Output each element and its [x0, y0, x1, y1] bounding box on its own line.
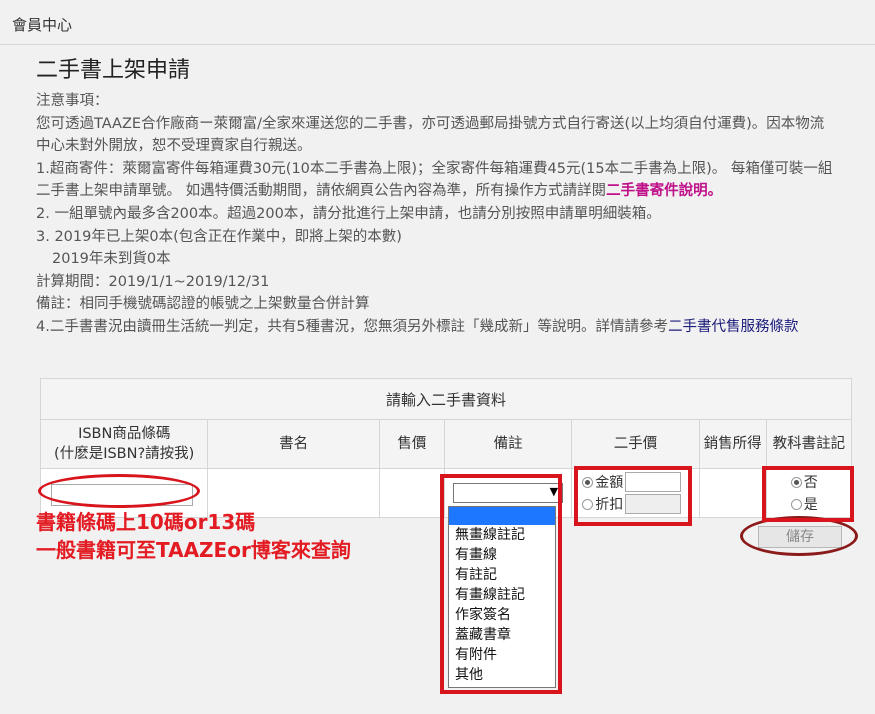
annotation-line-1: 書籍條碼上10碼or13碼 — [36, 510, 256, 534]
notice-paragraph-8: 4.二手書書況由讀冊生活統一判定，共有5種書況，您無須另外標註「幾成新」等說明。… — [36, 316, 836, 339]
annotation-line-2: 一般書籍可至TAAZEor博客來查詢 — [36, 538, 351, 562]
notice-heading: 注意事項： — [36, 93, 109, 109]
notice-paragraph-3: 2. 一組單號內最多含200本。超過200本，請分批進行上架申請，也請分別按照申… — [36, 205, 661, 222]
table-caption: 請輸入二手書資料 — [40, 378, 852, 420]
sold-cell — [698, 468, 767, 518]
notice-paragraph-1: 您可透過TAAZE合作廠商ー萊爾富/全家來運送您的二手書，亦可透過郵局掛號方式自… — [36, 115, 825, 155]
isbn-help-link[interactable]: (什麽是ISBN?請按我) — [41, 444, 207, 464]
shipping-instructions-link[interactable]: 二手書寄件說明。 — [606, 183, 722, 199]
notice-block: 注意事項： 您可透過TAAZE合作廠商ー萊爾富/全家來運送您的二手書，亦可透過郵… — [36, 90, 836, 339]
notice-paragraph-8-text: 4.二手書書況由讀冊生活統一判定，共有5種書況，您無須另外標註「幾成新」等說明。… — [36, 318, 669, 335]
price-cell — [378, 468, 445, 518]
page-title: 二手書上架申請 — [36, 58, 191, 83]
column-header-used-price: 二手價 — [571, 419, 700, 469]
column-header-sold: 銷售所得 — [698, 419, 767, 469]
column-header-notes: 備註 — [443, 419, 573, 469]
notice-paragraph-5: 2019年未到貨0本 — [52, 251, 171, 268]
column-header-price: 售價 — [378, 419, 445, 469]
annotation-box-notes — [440, 474, 562, 694]
annotation-ellipse-save — [740, 516, 858, 556]
notice-paragraph-6: 計算期間：2019/1/1~2019/12/31 — [36, 273, 270, 290]
annotation-text: 書籍條碼上10碼or13碼 一般書籍可至TAAZEor博客來查詢 — [36, 508, 351, 564]
notice-paragraph-2: 1.超商寄件：萊爾富寄件每箱運費30元(10本二手書為上限)；全家寄件每箱運費4… — [36, 158, 836, 203]
column-header-isbn: ISBN商品條碼 (什麽是ISBN?請按我) — [39, 419, 209, 469]
notice-paragraph-7: 備註：相同手機號碼認證的帳號之上架數量合併計算 — [36, 296, 370, 313]
column-header-textbook: 教科書註記 — [765, 419, 853, 469]
annotation-box-textbook — [762, 466, 854, 522]
header-bar: 會員中心 — [0, 0, 875, 45]
annotation-ellipse-isbn — [38, 474, 200, 508]
column-header-book-name: 書名 — [207, 419, 380, 469]
annotation-box-used-price — [574, 466, 692, 526]
isbn-header-label: ISBN商品條碼 — [78, 426, 171, 442]
consignment-terms-link[interactable]: 二手書代售服務條款 — [668, 319, 799, 335]
member-center-title: 會員中心 — [12, 16, 73, 34]
notice-paragraph-4: 3. 2019年已上架0本(包含正在作業中，即將上架的本數) — [36, 228, 402, 245]
